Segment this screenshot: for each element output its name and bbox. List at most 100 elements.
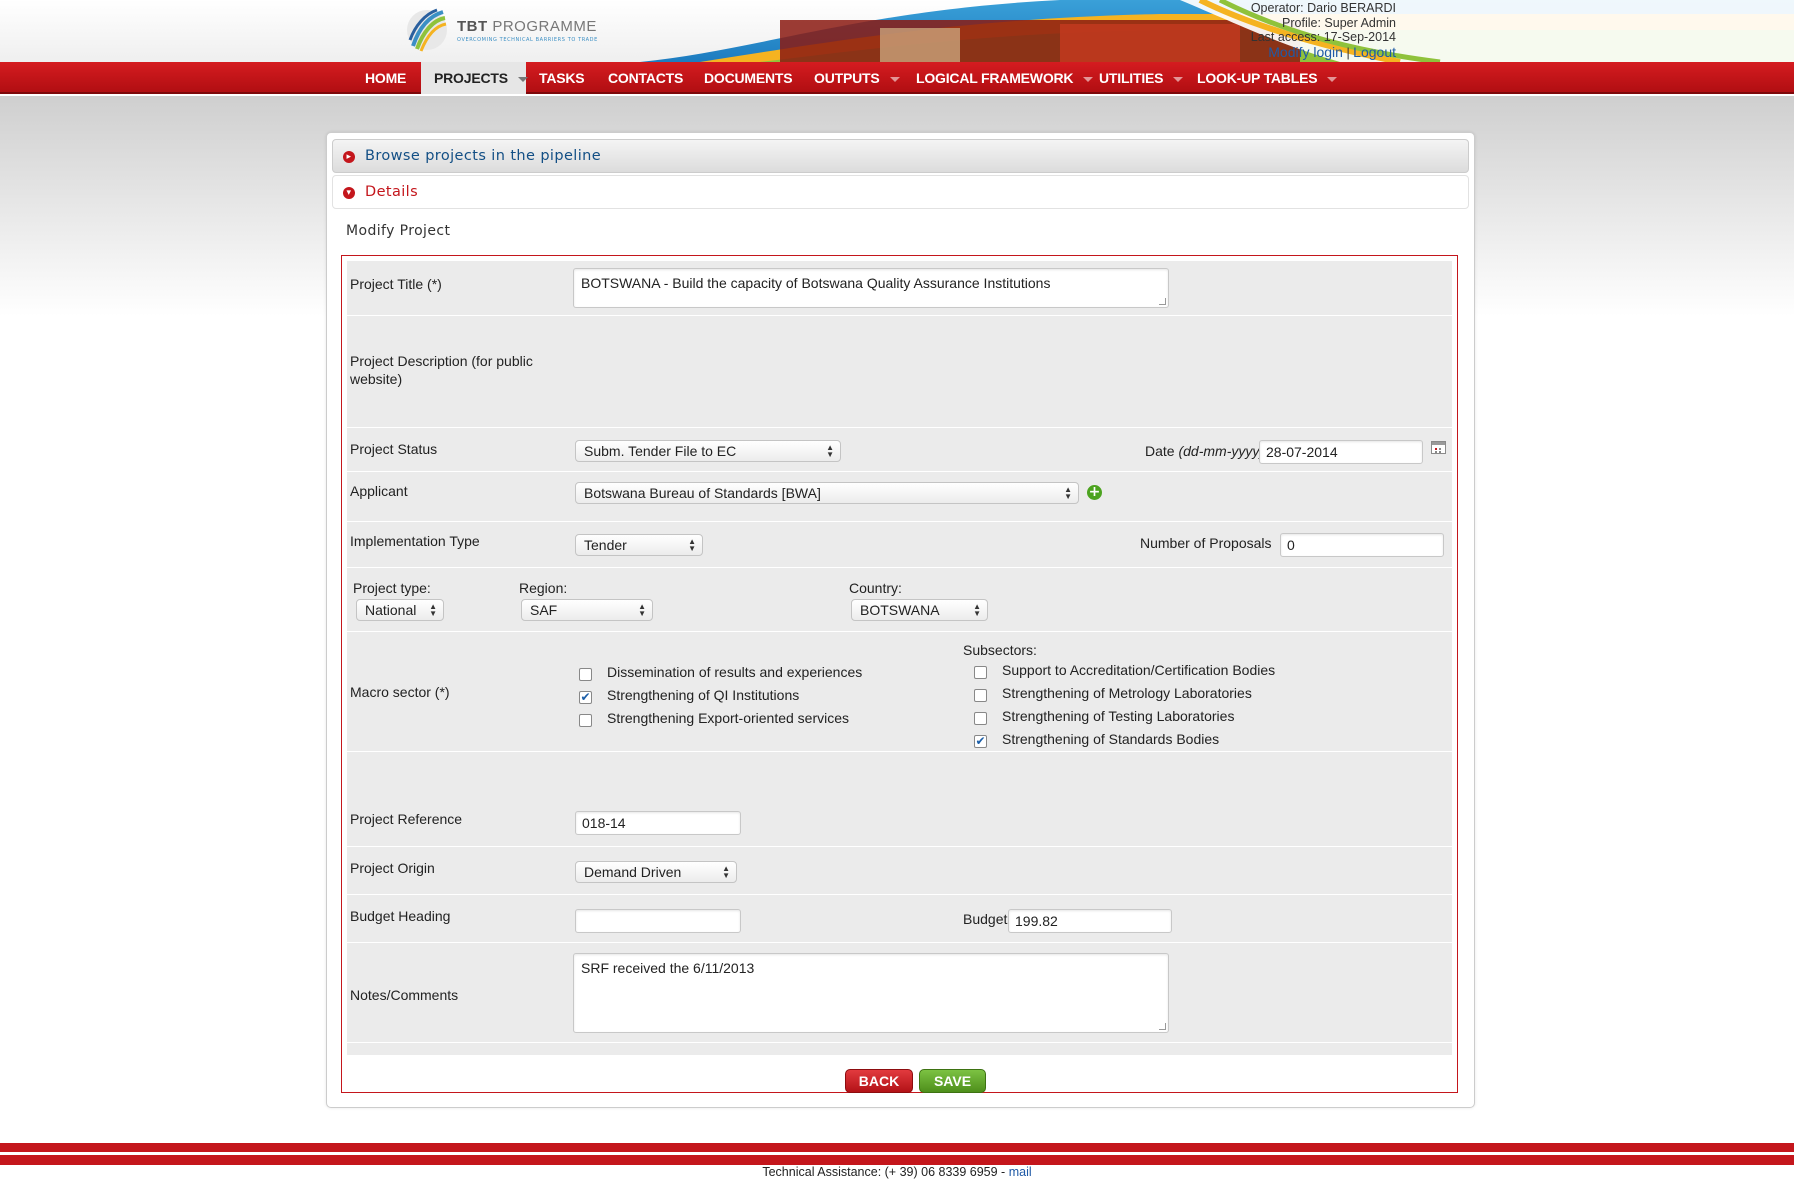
project-description-label-line2: website) — [350, 371, 403, 387]
subsector-option-label: Strengthening of Metrology Laboratories — [1002, 685, 1252, 701]
accordion-browse-projects[interactable]: ▸ Browse projects in the pipeline — [332, 139, 1469, 173]
collapse-arrow-icon: ▾ — [343, 187, 355, 199]
project-status-select[interactable]: Subm. Tender File to EC ▲ ▼ — [575, 440, 841, 462]
date-format-hint: (dd-mm-yyyy) — [1178, 443, 1265, 459]
date-label: Date — [1145, 443, 1175, 459]
project-reference-input[interactable]: 018-14 — [575, 811, 741, 835]
mail-link[interactable]: mail — [1009, 1165, 1032, 1179]
user-profile: Profile: Super Admin — [1282, 15, 1396, 30]
add-applicant-icon[interactable]: + — [1087, 485, 1102, 500]
row-implementation-type: Implementation Type Tender ▲ ▼ Number of … — [347, 522, 1452, 568]
select-arrows-icon: ▲ ▼ — [638, 602, 646, 618]
budget-heading-input[interactable] — [575, 909, 741, 933]
row-project-origin: Project Origin Demand Driven ▲ ▼ — [347, 847, 1452, 895]
header: TBT PROGRAMME OVERCOMING TECHNICAL BARRI… — [0, 0, 1794, 62]
last-access: Last access: 17-Sep-2014 — [1250, 30, 1396, 44]
row-macro-sector: Macro sector (*) Dissemination of result… — [347, 632, 1452, 752]
row-project-title: Project Title (*) BOTSWANA - Build the c… — [347, 261, 1452, 316]
select-arrows-icon: ▲ ▼ — [973, 602, 981, 618]
page-title: Modify Project — [346, 223, 451, 239]
select-arrows-icon: ▲ ▼ — [1064, 485, 1072, 501]
nav-look-up-tables[interactable]: LOOK-UP TABLES — [1184, 62, 1338, 94]
expand-arrow-icon: ▸ — [343, 151, 355, 163]
notes-textarea[interactable]: SRF received the 6/11/2013 — [573, 953, 1169, 1033]
number-of-proposals-input[interactable]: 0 — [1280, 533, 1444, 557]
macro-sector-label: Macro sector (*) — [350, 684, 450, 700]
project-title-label: Project Title (*) — [350, 276, 442, 292]
budget-heading-label: Budget Heading — [350, 908, 451, 924]
select-arrows-icon: ▲ ▼ — [688, 537, 696, 553]
row-notes: Notes/Comments SRF received the 6/11/201… — [347, 943, 1452, 1043]
project-type-select[interactable]: National ▲ ▼ — [356, 599, 444, 621]
footer: Technical Assistance: (+ 39) 06 8339 695… — [0, 1165, 1794, 1179]
logo[interactable]: TBT PROGRAMME OVERCOMING TECHNICAL BARRI… — [405, 4, 598, 56]
project-description-label-line1: Project Description (for public — [350, 353, 533, 369]
nav-outputs[interactable]: OUTPUTS — [801, 62, 903, 94]
save-button[interactable]: SAVE — [919, 1069, 986, 1093]
applicant-label: Applicant — [350, 483, 408, 499]
country-select[interactable]: BOTSWANA ▲ ▼ — [851, 599, 988, 621]
back-button[interactable]: BACK — [845, 1069, 913, 1093]
calendar-icon[interactable] — [1431, 441, 1446, 454]
row-applicant: Applicant Botswana Bureau of Standards [… — [347, 472, 1452, 522]
chevron-down-icon — [889, 76, 900, 82]
link-separator: | — [1346, 45, 1350, 60]
nav-contacts[interactable]: CONTACTS — [595, 62, 691, 94]
budget-label: Budget — [963, 911, 1008, 927]
content-panel: ▸ Browse projects in the pipeline ▾ Deta… — [326, 132, 1475, 1108]
budget-input[interactable]: 199.82 — [1008, 909, 1172, 933]
project-reference-label: Project Reference — [350, 811, 463, 827]
nav-utilities[interactable]: UTILITIES — [1086, 62, 1184, 94]
date-input[interactable]: 28-07-2014 — [1259, 440, 1423, 464]
row-project-status: Project Status Subm. Tender File to EC ▲… — [347, 428, 1452, 472]
subsector-option-label: Strengthening of Testing Laboratories — [1002, 708, 1235, 724]
macro-sector-checkbox[interactable] — [579, 714, 592, 727]
logout-link[interactable]: Logout — [1353, 44, 1396, 60]
modify-project-form: Project Title (*) BOTSWANA - Build the c… — [341, 255, 1458, 1093]
header-banner-image — [640, 0, 1794, 62]
notes-label: Notes/Comments — [350, 987, 459, 1003]
subsector-option-label: Support to Accreditation/Certification B… — [1002, 662, 1276, 678]
macro-sector-option-label: Strengthening of QI Institutions — [607, 687, 800, 703]
logo-subtitle: OVERCOMING TECHNICAL BARRIERS TO TRADE — [457, 36, 598, 43]
logo-title-rest: PROGRAMME — [487, 17, 597, 35]
region-label: Region: — [519, 580, 568, 596]
implementation-type-select[interactable]: Tender ▲ ▼ — [575, 534, 703, 556]
nav-documents[interactable]: DOCUMENTS — [691, 62, 801, 94]
macro-sector-option-label: Dissemination of results and experiences — [607, 664, 863, 680]
macro-sector-checkbox[interactable]: ✔ — [579, 691, 592, 704]
subsector-checkbox[interactable] — [974, 666, 987, 679]
macro-sector-checkbox[interactable] — [579, 668, 592, 681]
region-select[interactable]: SAF ▲ ▼ — [521, 599, 653, 621]
user-info: Operator: Dario BERARDI Profile: Super A… — [1251, 1, 1396, 60]
applicant-select[interactable]: Botswana Bureau of Standards [BWA] ▲ ▼ — [575, 482, 1079, 504]
nav-tasks[interactable]: TASKS — [526, 62, 595, 94]
project-origin-select[interactable]: Demand Driven ▲ ▼ — [575, 861, 737, 883]
chevron-down-icon — [1327, 76, 1338, 82]
project-title-textarea[interactable]: BOTSWANA - Build the capacity of Botswan… — [573, 268, 1169, 308]
logo-title-bold: TBT — [457, 17, 488, 35]
main-nav: HOME PROJECTS TASKS CONTACTS DOCUMENTS O… — [0, 62, 1794, 94]
nav-home[interactable]: HOME — [352, 62, 421, 94]
row-type-region-country: Project type: National ▲ ▼ Region: SAF ▲ ▼… — [347, 568, 1452, 632]
row-project-reference: Project Reference 018-14 — [347, 799, 1452, 847]
country-label: Country: — [849, 580, 902, 596]
subsectors-label: Subsectors: — [963, 642, 1037, 658]
technical-assistance-text: Technical Assistance: (+ 39) 06 8339 695… — [762, 1165, 1009, 1179]
subsector-checkbox[interactable] — [974, 689, 987, 702]
nav-logical-framework[interactable]: LOGICAL FRAMEWORK — [903, 62, 1094, 94]
macro-sector-option-label: Strengthening Export-oriented services — [607, 710, 850, 726]
subsector-checkbox[interactable]: ✔ — [974, 735, 987, 748]
select-arrows-icon: ▲ ▼ — [429, 602, 437, 618]
select-arrows-icon: ▲ ▼ — [722, 864, 730, 880]
accordion-browse-label: Browse projects in the pipeline — [365, 148, 602, 164]
project-type-label: Project type: — [353, 580, 431, 596]
nav-projects[interactable]: PROJECTS — [421, 62, 528, 94]
subsector-checkbox[interactable] — [974, 712, 987, 725]
operator-name: Operator: Dario BERARDI — [1250, 1, 1396, 15]
modify-login-link[interactable]: Modify login — [1268, 44, 1343, 60]
row-project-description: Project Description (for public website) — [347, 316, 1452, 428]
subsector-option-label: Strengthening of Standards Bodies — [1002, 731, 1220, 747]
accordion-details[interactable]: ▾ Details — [332, 175, 1469, 209]
project-origin-label: Project Origin — [350, 860, 435, 876]
